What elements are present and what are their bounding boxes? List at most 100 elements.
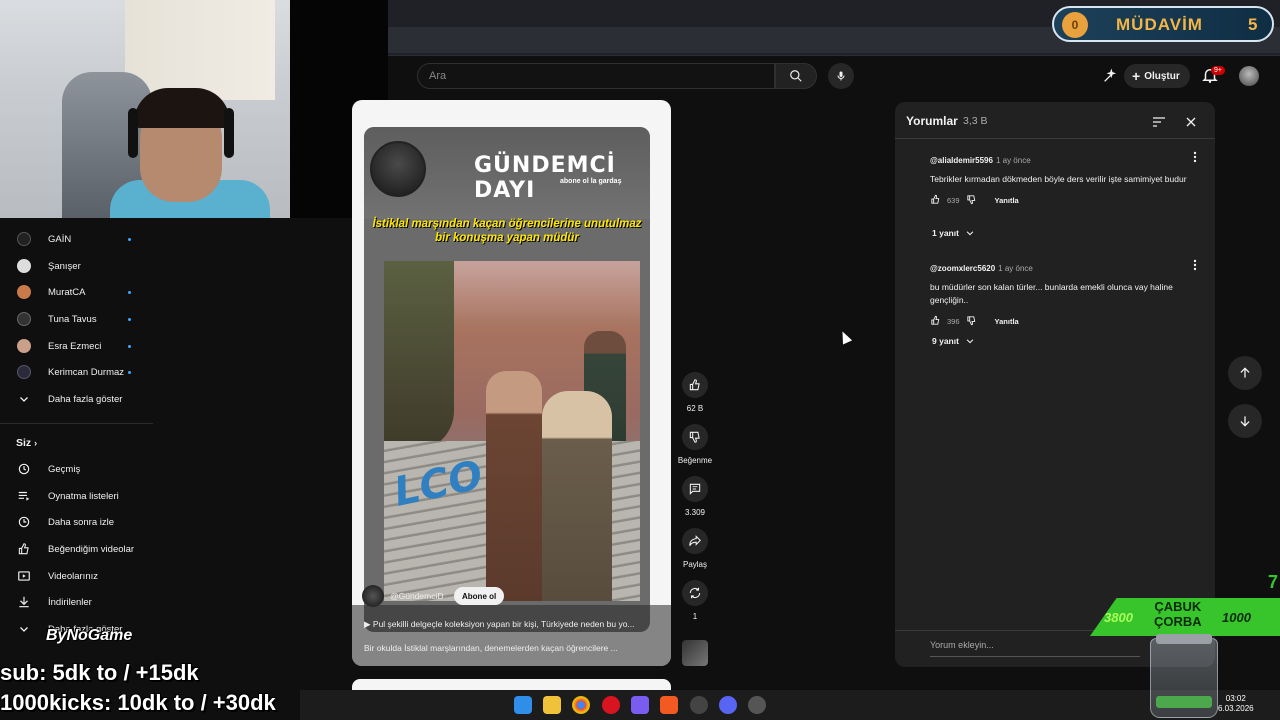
cabuk-title-line1: ÇABUK	[1154, 599, 1202, 614]
chevron-down-icon	[20, 397, 28, 402]
plus-icon: +	[1132, 68, 1141, 84]
sidebar-item-label: İndirilenler	[48, 596, 92, 608]
sidebar-item-label: Tuna Tavus	[48, 313, 97, 325]
comment-like-count: 396	[947, 316, 960, 326]
like-count: 62 B	[686, 404, 704, 413]
reply-button[interactable]: Yanıtla	[995, 317, 1019, 326]
comment-time[interactable]: 1 ay önce	[998, 264, 1033, 273]
dislike-button[interactable]	[682, 424, 708, 450]
sidebar-item-muratca[interactable]: MuratCA	[0, 279, 153, 305]
comment-dislike-button[interactable]	[966, 194, 977, 207]
comment-menu-button[interactable]	[1190, 258, 1200, 271]
remix-action[interactable]: 1	[681, 580, 709, 621]
comment-dislike-button[interactable]	[966, 315, 977, 328]
obs-icon[interactable]	[748, 696, 766, 714]
view-replies-button[interactable]: 9 yanıt	[932, 336, 975, 346]
chrome-icon[interactable]	[572, 696, 590, 714]
view-replies-button[interactable]: 1 yanıt	[932, 228, 975, 238]
short-video[interactable]: GÜNDEMCİ DAYI abone ol la gardaş İstikla…	[364, 127, 650, 632]
comment-author[interactable]: @alialdemir5596	[930, 156, 993, 165]
comments-action[interactable]: 3.309	[681, 476, 709, 517]
channel-avatar	[17, 259, 31, 273]
sidebar-item-playlists[interactable]: Oynatma listeleri	[0, 483, 153, 509]
comments-button[interactable]	[682, 476, 708, 502]
discord-icon[interactable]	[719, 696, 737, 714]
system-clock[interactable]: 03:02 6.03.2026	[1218, 694, 1254, 715]
mudavim-badge-icon: 0	[1062, 12, 1088, 38]
cabuk-title: ÇABUK ÇORBA	[1154, 599, 1202, 630]
like-button[interactable]	[682, 372, 708, 398]
sidebar-item-kerimcan-durmaz[interactable]: Kerimcan Durmaz	[0, 359, 153, 385]
sidebar-item-history[interactable]: Geçmiş	[0, 456, 153, 482]
share-action[interactable]: Paylaş	[681, 528, 709, 569]
sidebar-item-watch-later[interactable]: Daha sonra izle	[0, 509, 153, 535]
chevron-down-icon	[966, 231, 974, 236]
next-short-button[interactable]	[1228, 404, 1262, 438]
close-icon	[1186, 117, 1196, 127]
sidebar-item-tuna-tavus[interactable]: Tuna Tavus	[0, 306, 153, 332]
more-vert-icon	[1193, 151, 1197, 163]
ai-sparkle-icon[interactable]	[1102, 68, 1118, 84]
windows-start-icon[interactable]	[514, 696, 532, 714]
subscribe-button[interactable]: Abone ol	[454, 587, 505, 605]
sidebar-item-saniser[interactable]: Şanışer	[0, 253, 153, 279]
sidebar-item-label: Geçmiş	[48, 463, 81, 475]
reply-button[interactable]: Yanıtla	[995, 196, 1019, 205]
sidebar-item-label: GAİN	[48, 233, 72, 245]
sort-button[interactable]	[1151, 114, 1167, 130]
short-description[interactable]: Bir okulda İstiklal marşlarından, deneme…	[364, 643, 664, 653]
channel-avatar	[17, 339, 31, 353]
search-input[interactable]: Ara	[417, 63, 775, 89]
share-button[interactable]	[682, 528, 708, 554]
sidebar-item-gain[interactable]: GAİN	[0, 226, 153, 252]
chatgpt-icon[interactable]	[690, 696, 708, 714]
brand-subtitle: abone ol la gardaş	[560, 178, 622, 185]
thumbs-up-icon	[689, 379, 700, 391]
comment-menu-button[interactable]	[1190, 150, 1200, 163]
search-button[interactable]	[775, 63, 817, 89]
you-section-header[interactable]: Siz ›	[16, 437, 37, 449]
comment-item: @alialdemir5596 1 ay önce Tebrikler kırma…	[930, 150, 1200, 207]
watch-later-icon	[18, 516, 30, 528]
thumbs-down-icon	[966, 315, 975, 325]
create-button[interactable]: + Oluştur	[1124, 64, 1190, 88]
more-vert-icon	[1193, 259, 1197, 271]
short-title-line[interactable]: ▶ Pul şekilli delgeçle koleksiyon yapan …	[364, 619, 664, 630]
comment-count: 3.309	[684, 508, 706, 517]
remix-count: 1	[692, 612, 698, 621]
sidebar-item-your-videos[interactable]: Videolarınız	[0, 563, 153, 589]
donation-jar-money	[1156, 696, 1212, 708]
like-action[interactable]: 62 B	[681, 372, 709, 413]
sidebar-item-label: Kerimcan Durmaz	[48, 366, 125, 378]
comment-time[interactable]: 1 ay önce	[996, 156, 1031, 165]
sidebar-item-label: Oynatma listeleri	[48, 490, 119, 502]
comment-author[interactable]: @zoomxlerc5620	[930, 264, 995, 273]
add-comment-input[interactable]: Yorum ekleyin...	[930, 640, 1140, 657]
video-frame: LCO	[384, 261, 640, 601]
opera-icon[interactable]	[602, 696, 620, 714]
close-comments-button[interactable]	[1183, 114, 1199, 130]
previous-short-button[interactable]	[1228, 356, 1262, 390]
brave-icon[interactable]	[660, 696, 678, 714]
channel-avatar[interactable]	[362, 585, 384, 607]
app-icon[interactable]	[631, 696, 649, 714]
file-explorer-icon[interactable]	[543, 696, 561, 714]
voice-search-button[interactable]	[828, 63, 854, 89]
sidebar-show-more[interactable]: Daha fazla göster	[0, 386, 153, 412]
mudavim-overlay: 0 MÜDAVİM 5	[1052, 6, 1274, 42]
channel-handle[interactable]: @GündemciD	[390, 591, 444, 601]
share-label: Paylaş	[682, 560, 707, 569]
comment-like-button[interactable]	[930, 315, 941, 328]
sidebar-item-label: Esra Ezmeci	[48, 340, 102, 352]
sidebar-item-downloads[interactable]: İndirilenler	[0, 589, 153, 615]
account-avatar[interactable]	[1239, 66, 1259, 86]
mudavim-label: MÜDAVİM	[1116, 15, 1203, 34]
comment-like-button[interactable]	[930, 194, 941, 207]
sidebar-item-liked-videos[interactable]: Beğendiğim videolar	[0, 536, 153, 562]
remix-button[interactable]	[682, 580, 708, 606]
dislike-action[interactable]: Beğenme	[678, 424, 712, 465]
sidebar-item-esra-ezmeci[interactable]: Esra Ezmeci	[0, 333, 153, 359]
new-content-dot	[128, 317, 131, 321]
short-player[interactable]: GÜNDEMCİ DAYI abone ol la gardaş İstikla…	[352, 100, 671, 666]
sound-thumbnail[interactable]	[682, 640, 708, 666]
